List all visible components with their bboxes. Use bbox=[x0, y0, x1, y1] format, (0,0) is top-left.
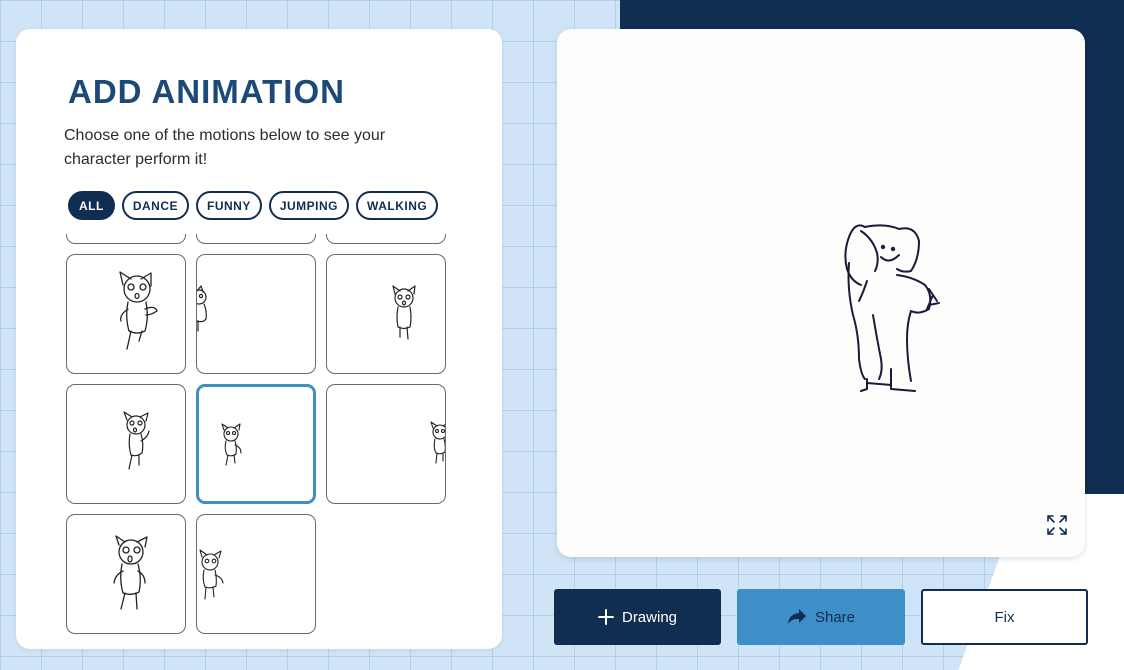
filter-chip-walking[interactable]: WALKING bbox=[356, 191, 439, 220]
motion-tile[interactable] bbox=[66, 234, 186, 244]
cat-character-thumbnail bbox=[430, 421, 445, 464]
motion-filters: ALL DANCE FUNNY JUMPING WALKING bbox=[68, 191, 439, 220]
fullscreen-icon[interactable] bbox=[1045, 513, 1069, 537]
animation-preview bbox=[557, 29, 1085, 557]
filter-chip-dance[interactable]: DANCE bbox=[121, 191, 189, 220]
share-arrow-icon bbox=[787, 609, 806, 624]
motion-tile[interactable] bbox=[196, 234, 316, 244]
panel-description: Choose one of the motions below to see y… bbox=[64, 127, 386, 168]
filter-chip-jumping[interactable]: JUMPING bbox=[268, 191, 350, 220]
motion-tile[interactable] bbox=[66, 384, 186, 504]
fix-label: Fix bbox=[994, 608, 1015, 626]
new-drawing-button[interactable]: Drawing bbox=[554, 589, 721, 645]
cat-character-thumbnail bbox=[199, 549, 224, 600]
cat-character-thumbnail bbox=[113, 535, 148, 610]
cat-character-thumbnail bbox=[392, 285, 416, 340]
page-title: ADD ANIMATION bbox=[68, 73, 345, 110]
motion-tile[interactable] bbox=[326, 254, 446, 374]
motion-tile[interactable] bbox=[66, 514, 186, 634]
new-drawing-label: Drawing bbox=[621, 608, 678, 626]
cat-character-thumbnail bbox=[221, 423, 242, 466]
motion-tile[interactable] bbox=[326, 384, 446, 504]
animation-panel: ADD ANIMATION Choose one of the motions … bbox=[16, 29, 502, 649]
filter-chip-all[interactable]: ALL bbox=[68, 191, 115, 220]
motion-tile[interactable] bbox=[196, 514, 316, 634]
share-label: Share bbox=[814, 608, 856, 626]
cat-character-thumbnail bbox=[119, 271, 158, 350]
motion-tile[interactable] bbox=[326, 234, 446, 244]
filter-chip-funny[interactable]: FUNNY bbox=[196, 191, 262, 220]
share-button[interactable]: Share bbox=[737, 589, 905, 645]
fix-button[interactable]: Fix bbox=[921, 589, 1088, 645]
cat-character-thumbnail bbox=[123, 411, 150, 470]
cat-character-thumbnail bbox=[197, 285, 207, 332]
character-drawing bbox=[844, 224, 940, 392]
motion-tile[interactable] bbox=[196, 254, 316, 374]
plus-icon bbox=[597, 609, 614, 625]
motion-tile[interactable] bbox=[66, 254, 186, 374]
motion-grid bbox=[66, 234, 456, 644]
motion-tile-selected[interactable] bbox=[196, 384, 316, 504]
